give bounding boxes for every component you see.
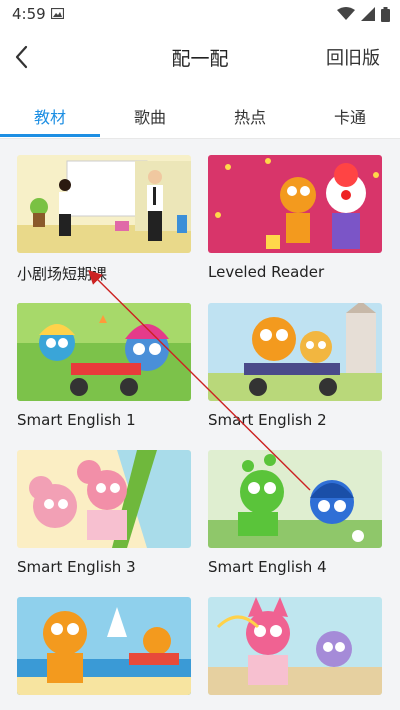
category-tabs: 教材 歌曲 热点 卡通: [0, 92, 400, 139]
tab-textbook[interactable]: 教材: [0, 104, 100, 128]
battery-icon: [381, 6, 390, 22]
content-grid: 小剧场短期课 Leveled Reader Smart English 1 Sm…: [0, 139, 400, 710]
card-thumbnail: [208, 450, 382, 548]
course-card[interactable]: Leveled Reader: [208, 155, 382, 281]
app-header: 配一配 回旧版: [0, 28, 400, 86]
image-icon: [51, 8, 64, 19]
course-card[interactable]: [17, 597, 191, 705]
course-card[interactable]: Smart English 4: [208, 450, 382, 576]
tab-hot[interactable]: 热点: [200, 104, 300, 128]
card-thumbnail: [208, 597, 382, 695]
card-title: Smart English 2: [208, 411, 327, 429]
card-title: Smart English 3: [17, 558, 136, 576]
course-card[interactable]: Smart English 1: [17, 303, 191, 429]
card-thumbnail: [17, 450, 191, 548]
tab-indicator: [0, 134, 100, 137]
wifi-icon: [337, 7, 355, 20]
card-thumbnail: [17, 303, 191, 401]
old-version-button[interactable]: 回旧版: [326, 44, 380, 70]
tab-cartoon[interactable]: 卡通: [300, 104, 400, 128]
signal-icon: [361, 7, 375, 21]
tab-songs[interactable]: 歌曲: [100, 104, 200, 128]
card-title: Smart English 1: [17, 411, 136, 429]
course-card[interactable]: 小剧场短期课: [17, 155, 191, 284]
card-thumbnail: [208, 303, 382, 401]
status-bar: 4:59: [0, 0, 400, 28]
card-title: 小剧场短期课: [17, 265, 108, 283]
course-card[interactable]: Smart English 3: [17, 450, 191, 576]
course-card[interactable]: [208, 597, 382, 705]
card-title: Leveled Reader: [208, 263, 325, 281]
card-thumbnail: [17, 597, 191, 695]
status-time: 4:59: [12, 5, 46, 23]
card-thumbnail: [208, 155, 382, 253]
card-thumbnail: [17, 155, 191, 253]
card-title: Smart English 4: [208, 558, 327, 576]
course-card[interactable]: Smart English 2: [208, 303, 382, 429]
